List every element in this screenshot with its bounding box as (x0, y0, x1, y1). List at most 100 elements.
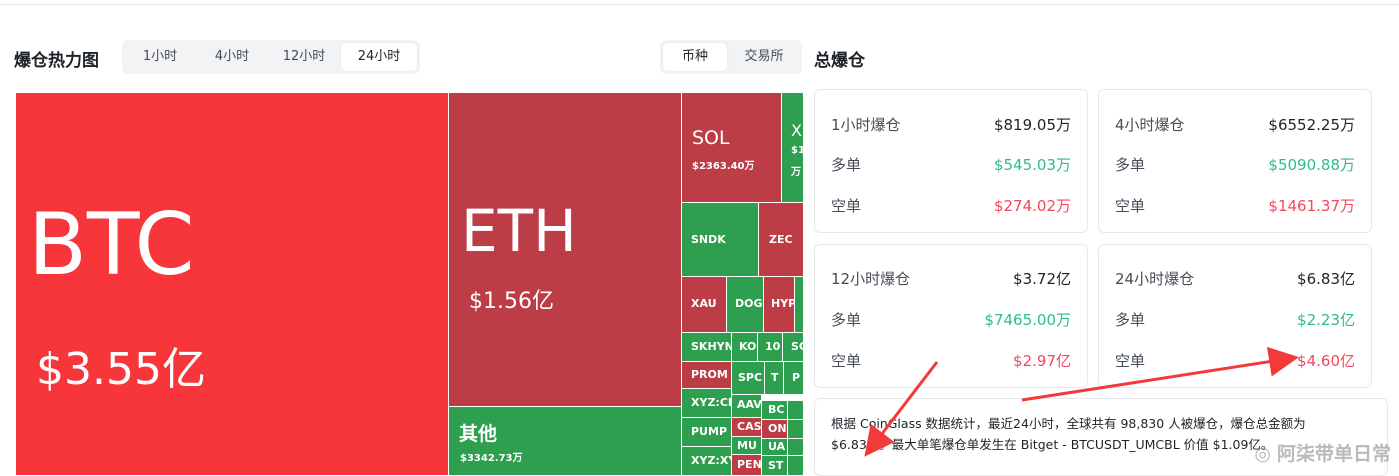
tile-100[interactable]: 10 (757, 332, 783, 362)
tile-spc[interactable]: SPC (731, 361, 765, 395)
tile-mu[interactable]: MU (731, 436, 762, 455)
tile-hype[interactable]: HYP (763, 276, 795, 333)
short-value: $2.97亿 (1013, 351, 1071, 370)
tile-bc[interactable]: BC (761, 400, 788, 420)
short-label: 空单 (1115, 351, 1146, 370)
card-total: $3.72亿 (1013, 269, 1071, 288)
long-label: 多单 (1115, 310, 1146, 329)
tile-ko[interactable]: KO (731, 332, 758, 362)
weibo-icon: ◎ (1254, 443, 1271, 465)
tile-name: PROM (691, 368, 728, 381)
liquidation-treemap: BTC $3.55亿 ETH $1.56亿 其他 $3342.73万 SOL $… (15, 92, 803, 476)
tile-name: AAV (737, 398, 762, 411)
long-label: 多单 (831, 155, 862, 174)
heatmap-title: 爆仓热力图 (14, 51, 99, 71)
tile-xau[interactable]: XAU (681, 276, 727, 333)
tile-amount: $2363.40万 (692, 161, 755, 172)
tile-on[interactable]: ON (761, 419, 788, 439)
time-range-tabs: 1小时 4小时 12小时 24小时 (122, 40, 420, 74)
tile-pump[interactable]: PUMP (681, 417, 732, 447)
card-label: 1小时爆仓 (831, 115, 901, 134)
tile-name: SKHYN (691, 340, 732, 353)
tile-eth[interactable]: ETH $1.56亿 (448, 92, 682, 407)
tile-sol[interactable]: SOL $2363.40万 (681, 92, 782, 203)
tile-name: T (771, 371, 779, 384)
tab-exchange[interactable]: 交易所 (729, 43, 799, 71)
long-value: $5090.88万 (1268, 155, 1355, 174)
tile-name: XAU (691, 297, 717, 310)
tile-sndk[interactable]: SNDK (681, 202, 759, 277)
short-label: 空单 (1115, 196, 1146, 215)
tile-name: SNDK (691, 233, 726, 246)
tile-name: ETH (461, 197, 577, 265)
tile-skhynix[interactable]: SKHYN (681, 332, 732, 362)
tile-sc[interactable]: SC (782, 332, 803, 362)
tile-x[interactable]: X $1 万 (781, 92, 803, 203)
card-12h: 12小时爆仓 $3.72亿 多单 $7465.00万 空单 $2.97亿 (814, 244, 1088, 388)
card-total: $6552.25万 (1268, 115, 1355, 134)
short-label: 空单 (831, 196, 862, 215)
tile-pen[interactable]: PEN (731, 454, 762, 476)
tile-name: CAS (737, 420, 762, 433)
long-value: $2.23亿 (1297, 310, 1355, 329)
tile-others[interactable]: 其他 $3342.73万 (448, 406, 682, 476)
tile-p[interactable]: P (783, 361, 803, 395)
tile-t[interactable]: T (764, 361, 784, 395)
card-label: 4小时爆仓 (1115, 115, 1185, 134)
tile-amount-unit: 万 (791, 167, 801, 178)
tile-st[interactable]: ST (761, 455, 788, 476)
tile-name: P (792, 371, 801, 384)
tile-name: ST (768, 459, 784, 472)
tab-12h[interactable]: 12小时 (269, 43, 339, 71)
short-value: $274.02万 (993, 196, 1071, 215)
tile-misc-3[interactable] (787, 419, 803, 439)
short-value: $1461.37万 (1268, 196, 1355, 215)
tile-aave[interactable]: AAV (731, 394, 762, 418)
tile-name: X (791, 121, 802, 140)
tab-coin[interactable]: 币种 (663, 43, 727, 71)
tile-misc-5[interactable] (787, 455, 803, 476)
long-label: 多单 (1115, 155, 1146, 174)
tile-name: XYZ:XY (691, 454, 732, 467)
view-tabs: 币种 交易所 (660, 40, 802, 74)
tile-prom[interactable]: PROM (681, 361, 732, 389)
tile-name: PUMP (691, 425, 728, 438)
summary-line-1: 根据 CoinGlass 数据统计，最近24小时，全球共有 98,830 人被爆… (831, 416, 1306, 431)
tile-name: MU (737, 439, 757, 452)
tile-amount: $1.56亿 (469, 289, 554, 314)
tile-amount: $1 (791, 145, 803, 156)
card-24h: 24小时爆仓 $6.83亿 多单 $2.23亿 空单 $4.60亿 (1098, 244, 1372, 388)
tile-ua[interactable]: UA (761, 438, 788, 456)
tile-name: BTC (28, 195, 195, 295)
tile-name: PEN (737, 458, 762, 471)
card-label: 24小时爆仓 (1115, 269, 1195, 288)
tab-4h[interactable]: 4小时 (197, 43, 267, 71)
tile-btc[interactable]: BTC $3.55亿 (15, 92, 449, 476)
tile-misc-4[interactable] (787, 438, 803, 456)
tile-name: ON (768, 422, 787, 435)
tab-24h[interactable]: 24小时 (341, 43, 417, 71)
card-label: 12小时爆仓 (831, 269, 911, 288)
total-liquidation-title: 总爆仓 (814, 51, 865, 71)
watermark-text: 阿柒带单日常 (1276, 443, 1391, 465)
tile-doge[interactable]: DOG (726, 276, 764, 333)
tile-name: 其他 (459, 423, 498, 445)
long-label: 多单 (831, 310, 862, 329)
watermark: ◎ 阿柒带单日常 (1254, 439, 1391, 466)
short-value: $4.60亿 (1297, 351, 1355, 370)
tile-xyz-ci[interactable]: XYZ:CI (681, 388, 732, 418)
tile-misc-1[interactable] (794, 276, 803, 333)
tile-name: SPC (738, 371, 763, 384)
tile-misc-2[interactable] (787, 400, 803, 420)
tile-zec[interactable]: ZEC (758, 202, 803, 277)
tile-name: DOG (735, 297, 763, 310)
tile-xyz-xy[interactable]: XYZ:XY (681, 446, 732, 476)
tile-name: SOL (692, 127, 730, 149)
long-value: $545.03万 (993, 155, 1071, 174)
tile-name: BC (768, 403, 785, 416)
tile-name: KO (739, 340, 757, 353)
tile-cas[interactable]: CAS (731, 417, 762, 437)
tile-name: ZEC (769, 233, 793, 246)
tile-name: 10 (765, 340, 781, 353)
tab-1h[interactable]: 1小时 (125, 43, 195, 71)
